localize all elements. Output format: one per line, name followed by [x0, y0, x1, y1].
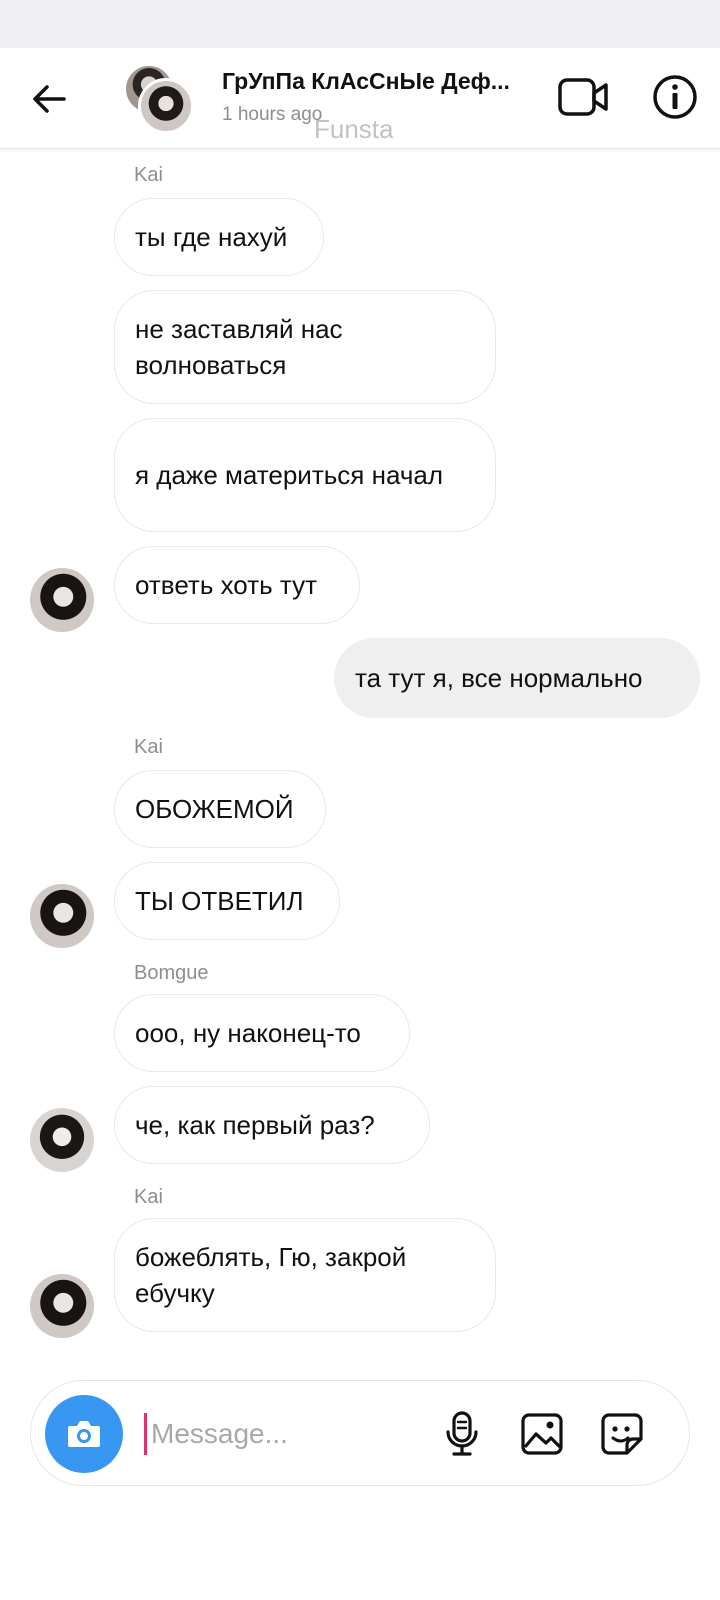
member-avatar	[138, 78, 194, 134]
gallery-button[interactable]	[517, 1409, 567, 1459]
message-bubble[interactable]: ответь хоть тут	[114, 546, 360, 624]
message-thread: Kai ты где нахуй не заставляй нас волнов…	[0, 148, 720, 1368]
text-cursor	[144, 1413, 147, 1455]
own-message-bubble[interactable]: та тут я, все нормально	[334, 638, 700, 718]
camera-button[interactable]	[45, 1395, 123, 1473]
status-bar-area	[0, 0, 720, 48]
sticker-button[interactable]	[597, 1409, 647, 1459]
message-bubble[interactable]: не заставляй нас волноваться	[114, 290, 496, 404]
message-composer	[30, 1380, 690, 1486]
sender-name: Kai	[134, 164, 163, 186]
sender-name: Kai	[134, 736, 163, 758]
microphone-icon	[446, 1411, 478, 1456]
sticker-icon	[601, 1413, 643, 1455]
message-bubble[interactable]: ооо, ну наконец-то	[114, 994, 410, 1072]
watermark-text: Funsta	[314, 114, 394, 144]
back-button[interactable]	[26, 76, 72, 122]
chat-title[interactable]: ГрУпПа КлАсСнЫе Деф...	[222, 68, 532, 95]
video-camera-icon	[558, 78, 608, 116]
info-button[interactable]	[650, 72, 700, 122]
voice-message-button[interactable]	[437, 1409, 487, 1459]
avatar-kai[interactable]	[30, 884, 94, 948]
last-active-status: 1 hours ago	[222, 104, 323, 125]
info-icon	[653, 75, 697, 119]
message-bubble[interactable]: ТЫ ОТВЕТИЛ	[114, 862, 340, 940]
message-bubble[interactable]: ОБОЖЕМОЙ	[114, 770, 326, 848]
sender-name: Bomgue	[134, 962, 209, 984]
avatar-bomgue[interactable]	[30, 1108, 94, 1172]
sender-name: Kai	[134, 1186, 163, 1208]
group-avatar[interactable]	[124, 64, 194, 134]
chat-header: ГрУпПа КлАсСнЫе Деф... 1 hours ago Funst…	[0, 48, 720, 149]
message-bubble[interactable]: че, как первый раз?	[114, 1086, 430, 1164]
message-bubble[interactable]: божеблять, Гю, закрой ебучку	[114, 1218, 496, 1332]
avatar-kai[interactable]	[30, 1274, 94, 1338]
video-call-button[interactable]	[556, 72, 612, 122]
message-input[interactable]	[149, 1409, 433, 1459]
arrow-left-icon	[33, 85, 66, 113]
message-bubble[interactable]: я даже материться начал	[114, 418, 496, 532]
image-icon	[521, 1413, 563, 1455]
avatar-kai[interactable]	[30, 568, 94, 632]
message-bubble[interactable]: ты где нахуй	[114, 198, 324, 276]
camera-icon	[68, 1421, 100, 1447]
